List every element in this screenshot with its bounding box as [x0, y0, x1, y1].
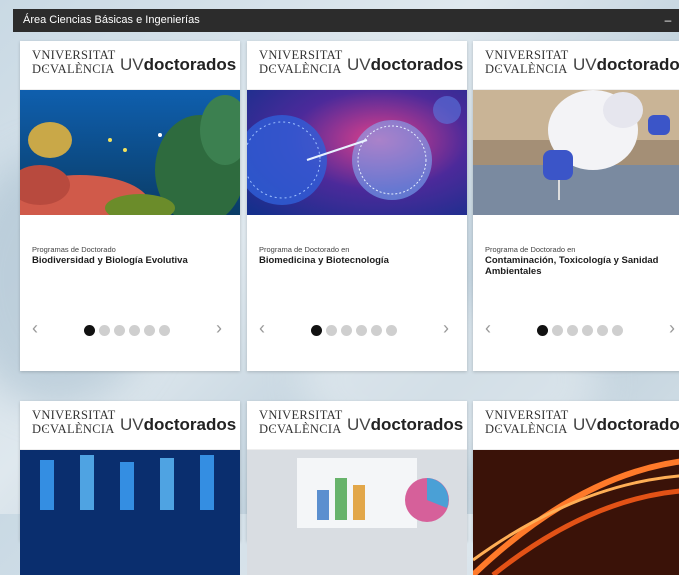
university-logo: VNIVERSITAT DϾVALÈNCIA [485, 48, 569, 76]
carousel-dots [311, 325, 397, 336]
card-logos: VNIVERSITATDϾVALÈNCIA UVdoctorados [20, 41, 240, 90]
panel-title: Área Ciencias Básicas e Ingenierías [23, 14, 200, 26]
card-meta: Programa de Doctorado en Contaminación, … [473, 215, 679, 310]
carousel-dot[interactable] [597, 325, 608, 336]
coral-reef-image[interactable] [20, 90, 240, 215]
program-card[interactable]: VNIVERSITATDϾVALÈNCIA UVdoctorados Progr… [20, 41, 240, 371]
program-card[interactable]: VNIVERSITATDϾVALÈNCIA UVdoctorados [473, 401, 679, 575]
carousel-nav: ‹ › [473, 310, 679, 350]
university-logo: VNIVERSITAT DϾVALÈNCIA [32, 408, 116, 436]
carousel-dot[interactable] [326, 325, 337, 336]
panel-header: Área Ciencias Básicas e Ingenierías – [13, 9, 679, 32]
carousel-nav: ‹ › [20, 310, 240, 350]
uvdoctorados-logo: UVdoctorados [347, 415, 464, 434]
university-logo: VNIVERSITAT DϾVALÈNCIA [259, 408, 343, 436]
carousel-dots [537, 325, 623, 336]
card-logos: VNIVERSITATDϾVALÈNCIA UVdoctorados [247, 401, 467, 450]
carousel-dots [84, 325, 170, 336]
carousel-nav: ‹ › [247, 310, 467, 350]
prev-arrow-icon[interactable]: ‹ [32, 318, 38, 339]
carousel-dot[interactable] [552, 325, 563, 336]
prev-arrow-icon[interactable]: ‹ [259, 318, 265, 339]
program-card[interactable]: VNIVERSITATDϾVALÈNCIA UVdoctorados [247, 401, 467, 575]
card-logos: VNIVERSITATDϾVALÈNCIA UVdoctorados [473, 401, 679, 450]
lab-vials-image[interactable] [20, 450, 240, 575]
lab-sampling-image[interactable] [473, 90, 679, 215]
card-meta: Programa de Doctorado en Biomedicina y B… [247, 215, 467, 310]
card-logos: VNIVERSITATDϾVALÈNCIA UVdoctorados [247, 41, 467, 90]
carousel-dot[interactable] [567, 325, 578, 336]
collapse-button[interactable]: – [661, 9, 675, 32]
card-subtitle: Programa de Doctorado en [259, 245, 350, 254]
card-title[interactable]: Contaminación, Toxicología y Sanidad Amb… [485, 255, 679, 277]
data-charts-image[interactable] [247, 450, 467, 575]
carousel-dot[interactable] [386, 325, 397, 336]
carousel-dot[interactable] [311, 325, 322, 336]
carousel-dot[interactable] [129, 325, 140, 336]
university-logo: VNIVERSITAT DϾVALÈNCIA [259, 48, 343, 76]
carousel-dot[interactable] [371, 325, 382, 336]
card-subtitle: Programa de Doctorado en [485, 245, 576, 254]
program-card[interactable]: VNIVERSITATDϾVALÈNCIA UVdoctorados Progr… [247, 41, 467, 371]
next-arrow-icon[interactable]: › [216, 318, 222, 339]
next-arrow-icon[interactable]: › [669, 318, 675, 339]
program-card[interactable]: VNIVERSITATDϾVALÈNCIA UVdoctorados Progr… [473, 41, 679, 371]
university-logo: VNIVERSITAT DϾVALÈNCIA [485, 408, 569, 436]
card-title[interactable]: Biodiversidad y Biología Evolutiva [32, 255, 228, 266]
uvdoctorados-logo: UVdoctorados [573, 55, 679, 74]
uvdoctorados-logo: UVdoctorados [120, 55, 237, 74]
carousel-dot[interactable] [612, 325, 623, 336]
uvdoctorados-logo: UVdoctorados [120, 415, 237, 434]
virus-cell-image[interactable] [247, 90, 467, 215]
carousel-dot[interactable] [84, 325, 95, 336]
card-meta: Programas de Doctorado Biodiversidad y B… [20, 215, 240, 310]
prev-arrow-icon[interactable]: ‹ [485, 318, 491, 339]
card-title[interactable]: Biomedicina y Biotecnología [259, 255, 455, 266]
carousel-dot[interactable] [341, 325, 352, 336]
next-arrow-icon[interactable]: › [443, 318, 449, 339]
carousel-dot[interactable] [114, 325, 125, 336]
carousel-dot[interactable] [356, 325, 367, 336]
card-logos: VNIVERSITATDϾVALÈNCIA UVdoctorados [473, 41, 679, 90]
light-trails-image[interactable] [473, 450, 679, 575]
carousel-dot[interactable] [582, 325, 593, 336]
uvdoctorados-logo: UVdoctorados [573, 415, 679, 434]
university-logo: VNIVERSITAT DϾVALÈNCIA [32, 48, 116, 76]
card-logos: VNIVERSITATDϾVALÈNCIA UVdoctorados [20, 401, 240, 450]
uvdoctorados-logo: UVdoctorados [347, 55, 464, 74]
carousel-dot[interactable] [159, 325, 170, 336]
carousel-dot[interactable] [144, 325, 155, 336]
program-card[interactable]: VNIVERSITATDϾVALÈNCIA UVdoctorados [20, 401, 240, 575]
carousel-dot[interactable] [537, 325, 548, 336]
carousel-dot[interactable] [99, 325, 110, 336]
card-subtitle: Programas de Doctorado [32, 245, 116, 254]
